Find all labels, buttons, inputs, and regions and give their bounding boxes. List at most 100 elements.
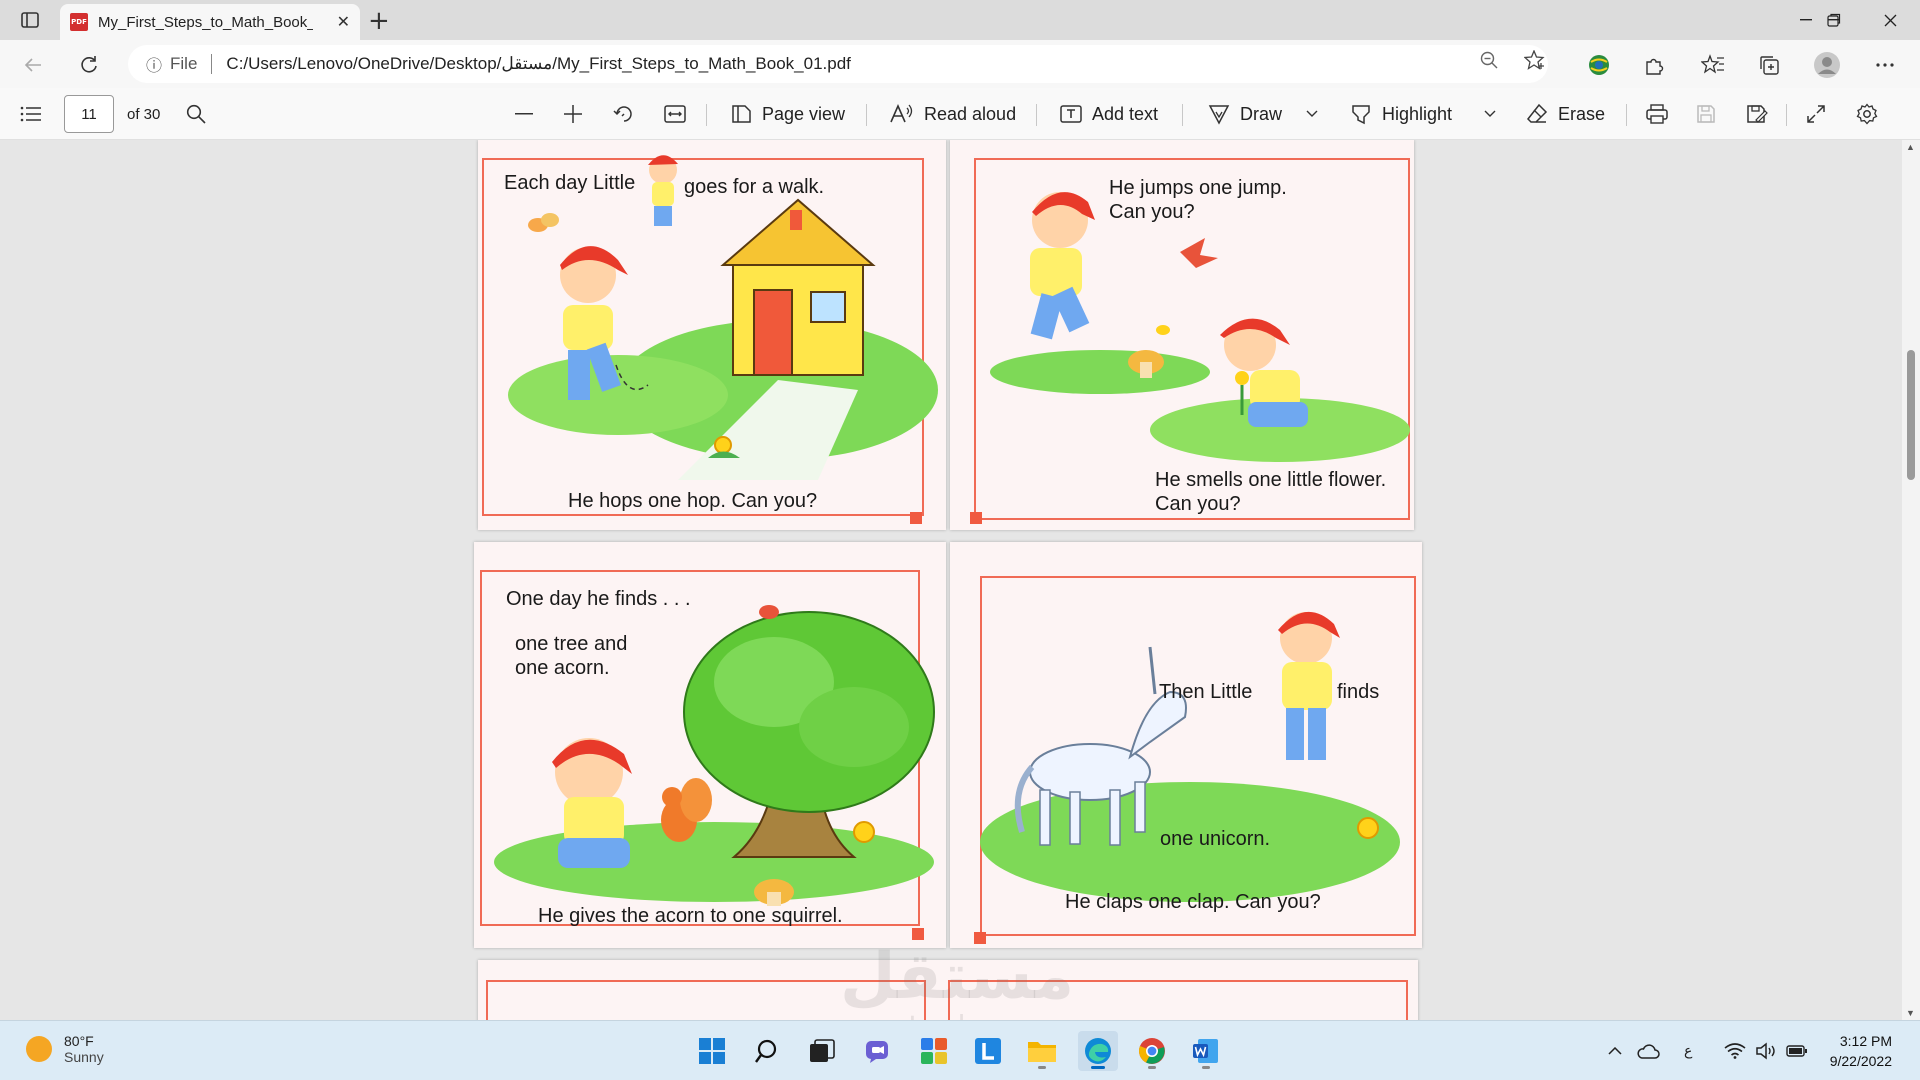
- app-l-button[interactable]: [968, 1031, 1008, 1071]
- volume-button[interactable]: [1756, 1021, 1778, 1080]
- scrollbar-thumb[interactable]: [1907, 350, 1915, 480]
- page-view-icon: [732, 105, 751, 123]
- language-indicator[interactable]: ع: [1684, 1021, 1692, 1080]
- profile-avatar-icon[interactable]: [1812, 50, 1842, 80]
- toolbar-divider: [1626, 104, 1627, 126]
- page-view-button[interactable]: Page view: [730, 88, 845, 140]
- teams-chat-button[interactable]: [858, 1031, 898, 1071]
- rotate-button[interactable]: [613, 88, 645, 140]
- read-aloud-button[interactable]: Read aloud: [890, 88, 1016, 140]
- page-text-top-2: goes for a walk.: [684, 176, 825, 198]
- page-text-middle: one unicorn.: [1160, 828, 1271, 850]
- erase-button[interactable]: Erase: [1526, 88, 1605, 140]
- speaker-icon: [1756, 1042, 1775, 1060]
- page-number-marker: [912, 928, 924, 940]
- page-text-top-2: finds: [1337, 681, 1380, 703]
- zoom-icon[interactable]: [1478, 49, 1500, 71]
- rotate-icon: [613, 106, 632, 122]
- extensions-icon[interactable]: [1640, 50, 1670, 80]
- save-button[interactable]: [1696, 88, 1726, 140]
- pdf-page-10: He jumps one jump. Can you? He smells on…: [950, 140, 1414, 530]
- page-text-bottom: He smells one little flower.: [1155, 469, 1387, 491]
- zoom-out-button[interactable]: [515, 88, 543, 140]
- file-explorer-button[interactable]: [1022, 1031, 1062, 1071]
- print-button[interactable]: [1646, 88, 1678, 140]
- draw-button[interactable]: Draw: [1208, 88, 1282, 140]
- task-view-icon: [810, 1039, 835, 1062]
- collections-icon[interactable]: [1754, 50, 1784, 80]
- chrome-icon: [1139, 1038, 1165, 1064]
- refresh-button[interactable]: [72, 48, 106, 82]
- page-total: of 30: [127, 105, 161, 123]
- contents-button[interactable]: [20, 88, 52, 140]
- tab-strip: PDF My_First_Steps_to_Math_Book_01.pdf ✕…: [0, 0, 1920, 40]
- fullscreen-button[interactable]: [1806, 88, 1836, 140]
- search-button[interactable]: [748, 1031, 788, 1071]
- expand-icon: [1807, 105, 1825, 123]
- widgets-button[interactable]: [914, 1031, 954, 1071]
- running-indicator: [1148, 1066, 1156, 1069]
- battery-button[interactable]: [1786, 1021, 1808, 1080]
- battery-icon: [1786, 1045, 1807, 1057]
- find-button[interactable]: [186, 88, 216, 140]
- page-text-bottom: He claps one clap. Can you?: [1065, 891, 1321, 913]
- tab-actions-button[interactable]: [14, 8, 46, 32]
- wifi-button[interactable]: [1724, 1021, 1746, 1080]
- browser-tab[interactable]: PDF My_First_Steps_to_Math_Book_01.pdf ✕: [60, 4, 360, 40]
- restore-button[interactable]: [1806, 0, 1862, 40]
- show-hidden-icons-button[interactable]: [1608, 1021, 1622, 1080]
- page-text-top: He jumps one jump.: [1109, 177, 1287, 199]
- settings-button[interactable]: [1856, 88, 1888, 140]
- page-text-top: Each day Little: [504, 172, 636, 194]
- vertical-scrollbar[interactable]: ▲ ▼: [1902, 140, 1920, 1020]
- onedrive-button[interactable]: [1636, 1021, 1660, 1080]
- scroll-up-arrow-icon[interactable]: ▲: [1906, 142, 1915, 152]
- save-as-button[interactable]: [1746, 88, 1778, 140]
- highlight-options-dropdown[interactable]: [1484, 88, 1506, 140]
- read-aloud-icon: [890, 104, 913, 123]
- close-tab-icon[interactable]: ✕: [337, 12, 350, 32]
- extension-globe-icon[interactable]: [1584, 50, 1614, 80]
- start-button[interactable]: [692, 1031, 732, 1071]
- highlight-label: Highlight: [1382, 103, 1453, 124]
- restore-icon: [1827, 13, 1841, 27]
- chrome-button[interactable]: [1132, 1031, 1172, 1071]
- pdf-toolbar: 11 of 30 Page view Read aloud Add text D…: [0, 88, 1920, 140]
- clock-button[interactable]: 3:12 PM 9/22/2022: [1812, 1031, 1892, 1071]
- more-options-icon[interactable]: [1870, 50, 1900, 80]
- page-illustration-unicorn: [980, 611, 1400, 902]
- windows-taskbar: 80°F Sunny ع 3:12 PM 9/22/2022: [0, 1020, 1920, 1080]
- new-tab-button[interactable]: +: [368, 6, 390, 36]
- search-icon: [755, 1039, 777, 1063]
- url-scheme: File: [170, 54, 198, 73]
- highlight-button[interactable]: Highlight: [1350, 88, 1452, 140]
- add-text-button[interactable]: Add text: [1060, 88, 1158, 140]
- draw-pen-icon: [1208, 105, 1230, 125]
- zoom-in-button[interactable]: [564, 88, 592, 140]
- url-field[interactable]: ⓘ File C:/Users/Lenovo/OneDrive/Desktop/…: [128, 45, 1548, 83]
- toolbar-divider: [706, 104, 707, 126]
- minus-icon: [515, 113, 533, 115]
- chevron-up-icon: [1608, 1047, 1622, 1055]
- pdf-page-12: Then Little finds one unicorn. He claps …: [950, 542, 1422, 948]
- word-button[interactable]: [1186, 1031, 1226, 1071]
- task-view-button[interactable]: [802, 1031, 842, 1071]
- pdf-document-area[interactable]: Each day Little goes for a walk. He hops…: [0, 140, 1902, 1020]
- page-text-top: One day he finds . . .: [506, 588, 691, 610]
- draw-options-dropdown[interactable]: [1306, 88, 1328, 140]
- close-window-button[interactable]: [1862, 0, 1918, 40]
- chat-icon: [866, 1041, 888, 1063]
- pdf-page-11: One day he finds . . . one tree and one …: [474, 542, 946, 948]
- back-button[interactable]: [16, 48, 50, 82]
- scroll-down-arrow-icon[interactable]: ▼: [1906, 1008, 1915, 1018]
- tab-actions-icon: [21, 12, 39, 28]
- page-text-top-2: Can you?: [1109, 201, 1195, 223]
- favorites-icon[interactable]: [1698, 50, 1728, 80]
- info-icon[interactable]: ⓘ: [146, 52, 162, 76]
- add-favorite-icon[interactable]: [1524, 49, 1546, 71]
- page-number-input[interactable]: 11: [64, 95, 114, 133]
- fit-to-page-button[interactable]: [664, 88, 696, 140]
- edge-button[interactable]: [1078, 1031, 1118, 1071]
- weather-widget[interactable]: 80°F Sunny: [26, 1033, 104, 1065]
- toolbar-divider: [866, 104, 867, 126]
